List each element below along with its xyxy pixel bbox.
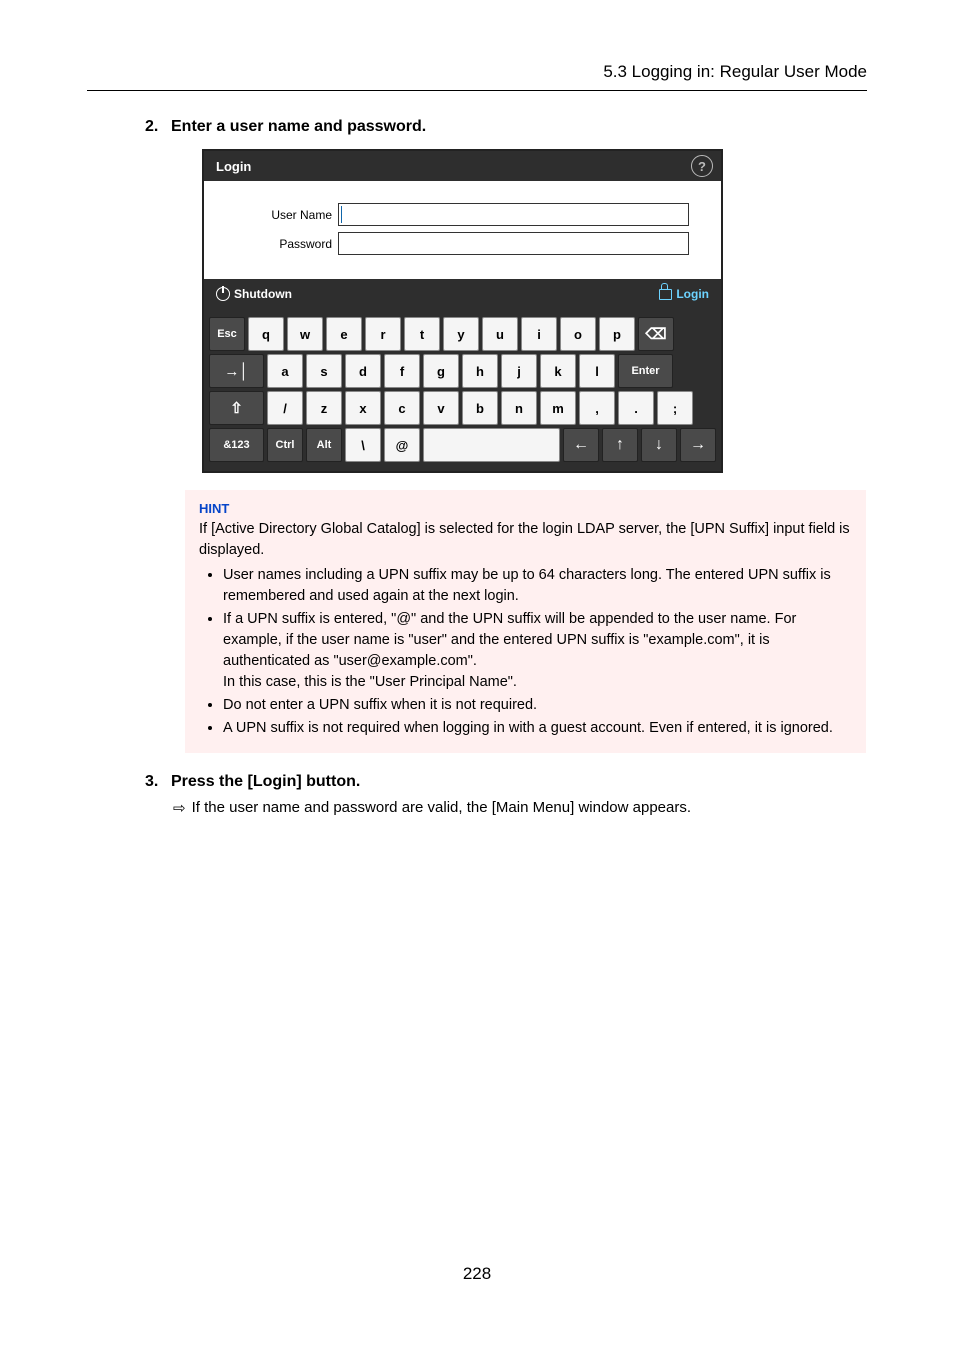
login-button[interactable]: Login	[653, 284, 715, 304]
step-2-num: 2.	[145, 118, 171, 136]
key-semicolon[interactable]: ;	[657, 391, 693, 425]
key-period[interactable]: .	[618, 391, 654, 425]
key-tab[interactable]: →│	[209, 354, 264, 388]
key-backslash[interactable]: \	[345, 428, 381, 462]
hint-box: HINT If [Active Directory Global Catalog…	[185, 490, 866, 753]
header-rule	[87, 90, 867, 91]
key-k[interactable]: k	[540, 354, 576, 388]
login-form-area: User Name Password	[204, 181, 721, 279]
login-label: Login	[676, 287, 709, 301]
key-backspace[interactable]: ⌫	[638, 317, 674, 351]
key-arrow-left[interactable]: ←	[563, 428, 599, 462]
key-c[interactable]: c	[384, 391, 420, 425]
key-p[interactable]: p	[599, 317, 635, 351]
hint-item-2: If a UPN suffix is entered, "@" and the …	[223, 609, 852, 693]
step-2: 2.Enter a user name and password.	[145, 118, 866, 136]
login-titlebar: Login ?	[204, 151, 721, 181]
key-m[interactable]: m	[540, 391, 576, 425]
key-arrow-up[interactable]: ↑	[602, 428, 638, 462]
power-icon	[216, 287, 230, 301]
step-3-result-text: If the user name and password are valid,…	[192, 799, 691, 817]
key-esc[interactable]: Esc	[209, 317, 245, 351]
key-ctrl[interactable]: Ctrl	[267, 428, 303, 462]
shutdown-label: Shutdown	[234, 287, 292, 301]
key-arrow-right[interactable]: →	[680, 428, 716, 462]
page-number: 228	[0, 1264, 954, 1284]
key-numsym[interactable]: &123	[209, 428, 264, 462]
key-r[interactable]: r	[365, 317, 401, 351]
key-n[interactable]: n	[501, 391, 537, 425]
section-header: 5.3 Logging in: Regular User Mode	[603, 62, 867, 82]
password-label: Password	[214, 237, 338, 251]
key-f[interactable]: f	[384, 354, 420, 388]
key-slash[interactable]: /	[267, 391, 303, 425]
key-b[interactable]: b	[462, 391, 498, 425]
key-t[interactable]: t	[404, 317, 440, 351]
login-screenshot: Login ? User Name Password Shutdown	[203, 150, 722, 472]
hint-list: User names including a UPN suffix may be…	[199, 565, 852, 739]
key-o[interactable]: o	[560, 317, 596, 351]
step-3: 3.Press the [Login] button.	[145, 773, 866, 791]
key-enter[interactable]: Enter	[618, 354, 673, 388]
password-input[interactable]	[338, 232, 689, 255]
key-u[interactable]: u	[482, 317, 518, 351]
result-arrow-icon: ⇨	[173, 799, 186, 817]
login-action-bar: Shutdown Login	[204, 279, 721, 309]
key-v[interactable]: v	[423, 391, 459, 425]
key-x[interactable]: x	[345, 391, 381, 425]
step-3-result: ⇨ If the user name and password are vali…	[173, 799, 866, 817]
shutdown-button[interactable]: Shutdown	[210, 284, 298, 304]
hint-label: HINT	[199, 500, 852, 519]
username-input[interactable]	[338, 203, 689, 226]
key-a[interactable]: a	[267, 354, 303, 388]
hint-item-4: A UPN suffix is not required when loggin…	[223, 718, 852, 739]
login-title: Login	[216, 159, 251, 174]
key-shift[interactable]: ⇧	[209, 391, 264, 425]
key-q[interactable]: q	[248, 317, 284, 351]
key-g[interactable]: g	[423, 354, 459, 388]
username-label: User Name	[214, 208, 338, 222]
hint-item-3: Do not enter a UPN suffix when it is not…	[223, 695, 852, 716]
key-at[interactable]: @	[384, 428, 420, 462]
onscreen-keyboard: Esc q w e r t y u i o p ⌫ →│ a s	[204, 309, 721, 471]
key-w[interactable]: w	[287, 317, 323, 351]
key-alt[interactable]: Alt	[306, 428, 342, 462]
key-arrow-down[interactable]: ↓	[641, 428, 677, 462]
key-j[interactable]: j	[501, 354, 537, 388]
key-y[interactable]: y	[443, 317, 479, 351]
step-3-num: 3.	[145, 773, 171, 791]
step-2-text: Enter a user name and password.	[171, 118, 426, 135]
lock-icon	[659, 289, 672, 300]
hint-item-1: User names including a UPN suffix may be…	[223, 565, 852, 607]
key-e[interactable]: e	[326, 317, 362, 351]
key-comma[interactable]: ,	[579, 391, 615, 425]
key-s[interactable]: s	[306, 354, 342, 388]
key-space[interactable]	[423, 428, 560, 462]
key-l[interactable]: l	[579, 354, 615, 388]
key-h[interactable]: h	[462, 354, 498, 388]
text-cursor	[341, 206, 342, 223]
help-icon[interactable]: ?	[691, 155, 713, 177]
key-d[interactable]: d	[345, 354, 381, 388]
key-z[interactable]: z	[306, 391, 342, 425]
hint-intro: If [Active Directory Global Catalog] is …	[199, 519, 852, 561]
step-3-text: Press the [Login] button.	[171, 773, 360, 790]
key-i[interactable]: i	[521, 317, 557, 351]
